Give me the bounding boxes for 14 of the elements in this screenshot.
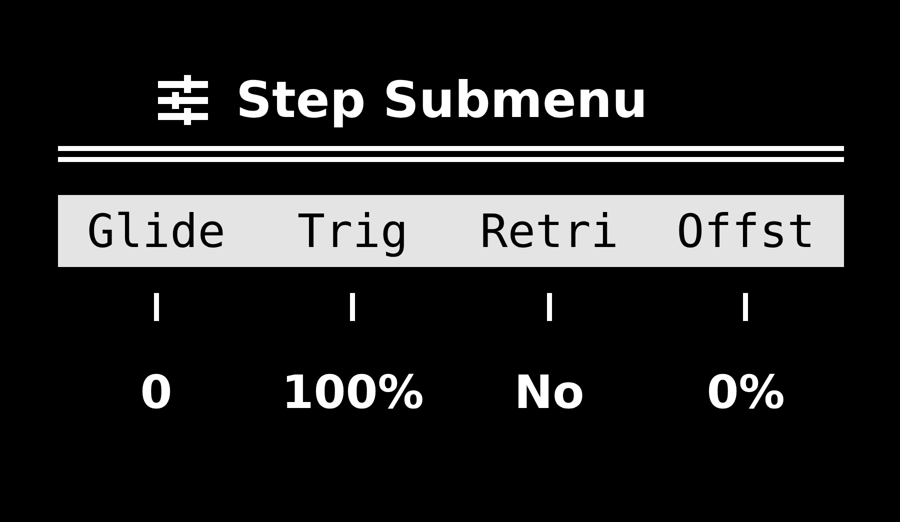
parameter-label: Retri — [480, 208, 618, 254]
parameter-value: 0% — [706, 369, 785, 415]
parameter-label: Glide — [87, 208, 226, 254]
parameter-value: 0 — [140, 369, 172, 415]
parameter-value: 100% — [282, 369, 424, 415]
tick-mark — [546, 293, 552, 321]
menu-title: Step Submenu — [236, 75, 648, 125]
parameter-value: No — [514, 369, 584, 415]
parameter-label: Offst — [676, 208, 815, 254]
tick-mark — [154, 293, 159, 321]
tick-mark — [743, 293, 748, 321]
tick-mark — [350, 293, 356, 321]
sliders-icon — [156, 75, 210, 125]
parameter-bar[interactable]: Glide Trig Retri Offst — [58, 195, 844, 267]
